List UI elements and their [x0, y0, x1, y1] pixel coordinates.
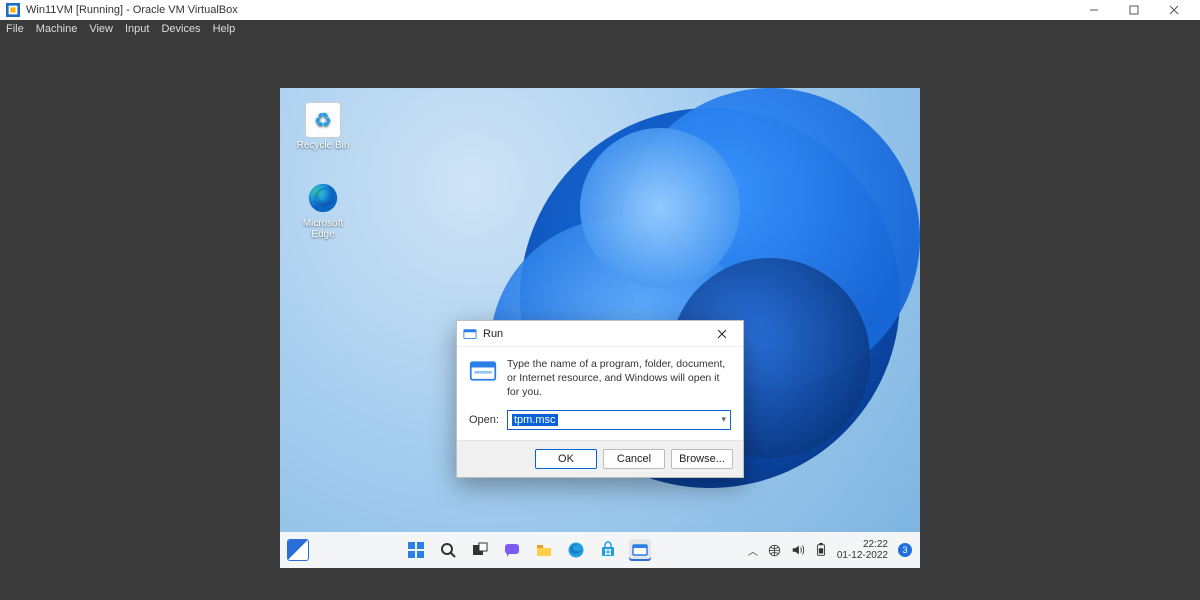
run-titlebar[interactable]: Run: [457, 321, 743, 347]
recycle-bin-icon: [305, 102, 341, 138]
edge-button[interactable]: [565, 539, 587, 561]
tray-clock[interactable]: 22:22 01-12-2022: [837, 539, 888, 561]
battery-icon[interactable]: [815, 543, 827, 557]
menu-input[interactable]: Input: [125, 23, 149, 35]
menu-help[interactable]: Help: [213, 23, 236, 35]
explorer-button[interactable]: [533, 539, 555, 561]
taskbar: ︿ 22:22 01-12-2022 3: [280, 532, 920, 568]
taskview-icon: [471, 541, 489, 559]
virtualbox-icon: [6, 3, 20, 17]
run-open-value: tpm.msc: [512, 414, 558, 426]
minimize-button[interactable]: [1074, 0, 1114, 20]
run-description: Type the name of a program, folder, docu…: [507, 357, 731, 400]
store-icon: [599, 541, 617, 559]
window-title: Win11VM [Running] - Oracle VM VirtualBox: [26, 4, 238, 16]
desktop-icon-label: Recycle Bin: [294, 140, 352, 151]
store-button[interactable]: [597, 539, 619, 561]
run-open-combobox[interactable]: tpm.msc ▾: [507, 410, 731, 430]
virtualbox-menubar: File Machine View Input Devices Help: [0, 20, 1200, 38]
start-button[interactable]: [405, 539, 427, 561]
chat-button[interactable]: [501, 539, 523, 561]
tray-time: 22:22: [837, 539, 888, 550]
run-ok-button[interactable]: OK: [535, 449, 597, 469]
run-icon: [631, 541, 649, 559]
search-icon: [439, 541, 457, 559]
run-dialog-icon: [469, 357, 497, 385]
search-button[interactable]: [437, 539, 459, 561]
run-titlebar-icon: [463, 327, 477, 341]
notification-badge[interactable]: 3: [898, 543, 912, 557]
tray-date: 01-12-2022: [837, 550, 888, 561]
run-open-label: Open:: [469, 414, 499, 426]
virtualbox-titlebar: Win11VM [Running] - Oracle VM VirtualBox: [0, 0, 1200, 20]
run-taskbar-button[interactable]: [629, 539, 651, 561]
windows-icon: [407, 541, 425, 559]
run-browse-button[interactable]: Browse...: [671, 449, 733, 469]
chevron-down-icon[interactable]: ▾: [721, 414, 726, 425]
edge-icon: [567, 541, 585, 559]
menu-devices[interactable]: Devices: [161, 23, 200, 35]
close-button[interactable]: [1154, 0, 1194, 20]
maximize-button[interactable]: [1114, 0, 1154, 20]
run-title-text: Run: [483, 328, 503, 340]
desktop-icon-microsoft-edge[interactable]: Microsoft Edge: [294, 180, 352, 240]
taskview-button[interactable]: [469, 539, 491, 561]
widgets-button[interactable]: [288, 540, 308, 560]
menu-file[interactable]: File: [6, 23, 24, 35]
volume-icon[interactable]: [791, 543, 805, 557]
menu-machine[interactable]: Machine: [36, 23, 78, 35]
taskbar-center: [308, 539, 748, 561]
desktop-icon-recycle-bin[interactable]: Recycle Bin: [294, 102, 352, 151]
guest-desktop[interactable]: Recycle Bin Microsoft Edge Run Type the …: [280, 88, 920, 568]
run-close-button[interactable]: [707, 323, 737, 345]
tray-chevron-icon[interactable]: ︿: [748, 543, 758, 558]
folder-icon: [535, 541, 553, 559]
menu-view[interactable]: View: [89, 23, 113, 35]
network-icon[interactable]: [768, 544, 781, 557]
run-dialog: Run Type the name of a program, folder, …: [456, 320, 744, 478]
run-cancel-button[interactable]: Cancel: [603, 449, 665, 469]
desktop-icon-label: Microsoft Edge: [294, 218, 352, 240]
chat-icon: [503, 541, 521, 559]
taskbar-tray: ︿ 22:22 01-12-2022 3: [748, 539, 912, 561]
edge-icon: [305, 180, 341, 216]
vm-host-area: Recycle Bin Microsoft Edge Run Type the …: [0, 38, 1200, 600]
